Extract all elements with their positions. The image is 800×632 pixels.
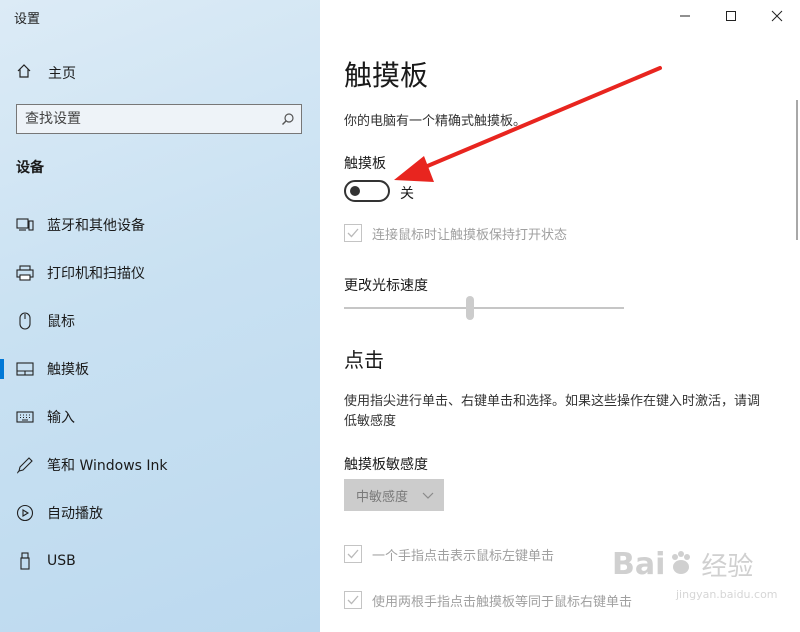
touchpad-toggle-label: 触摸板: [344, 156, 386, 172]
usb-icon: [16, 552, 34, 570]
maximize-button[interactable]: [708, 0, 754, 32]
sidebar-item-label: 蓝牙和其他设备: [47, 218, 145, 234]
sidebar-item-label: 鼠标: [47, 314, 75, 330]
bluetooth-devices-icon: [16, 216, 34, 234]
home-label: 主页: [48, 66, 76, 82]
sidebar-item-label: 自动播放: [47, 506, 103, 522]
section-title: 设备: [16, 160, 44, 176]
sidebar-item-label: 触摸板: [47, 362, 89, 378]
sidebar-item-mouse[interactable]: 鼠标: [0, 301, 320, 341]
watermark-brand: Bai: [612, 547, 666, 582]
sensitivity-dropdown[interactable]: 中敏感度: [344, 479, 444, 511]
sidebar-item-typing[interactable]: 输入: [0, 397, 320, 437]
sidebar-item-pen[interactable]: 笔和 Windows Ink: [0, 445, 320, 485]
checkmark-icon: [347, 549, 359, 559]
chevron-down-icon: [422, 489, 434, 505]
pen-icon: [16, 456, 34, 474]
baidu-watermark: Bai 经验 jingyan.baidu.com: [612, 546, 778, 601]
sidebar-item-label: USB: [47, 553, 76, 569]
toggle-knob: [350, 186, 360, 196]
checkbox-box[interactable]: [344, 224, 362, 242]
paw-logo-icon: [667, 549, 695, 581]
slider-thumb[interactable]: [466, 296, 474, 320]
one-finger-tap-checkbox[interactable]: 一个手指点击表示鼠标左键单击: [344, 543, 554, 565]
checkbox-label: 连接鼠标时让触摸板保持打开状态: [372, 227, 568, 243]
touchpad-toggle[interactable]: [344, 180, 390, 202]
settings-sidebar: 设置 主页 设备 蓝牙和其他设备 打印机和扫描仪 鼠标 触摸板: [0, 0, 320, 632]
home-nav-item[interactable]: 主页: [16, 62, 76, 84]
search-input[interactable]: [17, 111, 275, 127]
taps-description: 使用指尖进行单击、右键单击和选择。如果这些操作在键入时激活，请调低敏感度: [344, 394, 761, 429]
two-finger-tap-checkbox[interactable]: 使用两根手指点击触摸板等同于鼠标右键单击: [344, 589, 632, 611]
sidebar-item-autoplay[interactable]: 自动播放: [0, 493, 320, 533]
minimize-icon: [680, 15, 690, 17]
checkbox-box[interactable]: [344, 591, 362, 609]
sidebar-item-label: 打印机和扫描仪: [47, 266, 145, 282]
sidebar-item-label: 输入: [47, 410, 75, 426]
sidebar-item-label: 笔和 Windows Ink: [47, 458, 168, 474]
keep-on-with-mouse-checkbox[interactable]: 连接鼠标时让触摸板保持打开状态: [344, 222, 567, 244]
minimize-button[interactable]: [662, 0, 708, 32]
cursor-speed-slider[interactable]: [344, 296, 624, 320]
slider-track: [344, 307, 624, 309]
toggle-state-label: 关: [400, 186, 414, 202]
sidebar-item-bluetooth[interactable]: 蓝牙和其他设备: [0, 205, 320, 245]
sidebar-item-usb[interactable]: USB: [0, 541, 320, 581]
sensitivity-label: 触摸板敏感度: [344, 457, 428, 473]
touchpad-description: 你的电脑有一个精确式触摸板。: [344, 114, 527, 129]
checkbox-label: 一个手指点击表示鼠标左键单击: [372, 548, 555, 564]
checkbox-box[interactable]: [344, 545, 362, 563]
close-icon: [771, 10, 783, 22]
page-title: 触摸板: [344, 59, 429, 92]
checkmark-icon: [347, 595, 359, 605]
sidebar-item-printers[interactable]: 打印机和扫描仪: [0, 253, 320, 293]
watermark-brand-cn: 经验: [701, 552, 754, 582]
sensitivity-value: 中敏感度: [356, 489, 409, 505]
scrollbar[interactable]: [796, 100, 798, 240]
autoplay-icon: [16, 504, 34, 522]
watermark-url: jingyan.baidu.com: [676, 588, 778, 601]
checkmark-icon: [347, 228, 359, 238]
close-button[interactable]: [754, 0, 800, 32]
cursor-speed-label: 更改光标速度: [344, 278, 428, 294]
search-icon[interactable]: [275, 112, 301, 126]
keyboard-icon: [16, 408, 34, 426]
settings-content: 触摸板 你的电脑有一个精确式触摸板。 触摸板 关 连接鼠标时让触摸板保持打开状态…: [320, 0, 800, 632]
maximize-icon: [726, 11, 736, 21]
sidebar-item-touchpad[interactable]: 触摸板: [0, 349, 320, 389]
checkbox-label: 使用两根手指点击触摸板等同于鼠标右键单击: [372, 594, 633, 610]
home-icon: [16, 63, 32, 83]
taps-heading: 点击: [344, 348, 384, 372]
window-title: 设置: [14, 12, 41, 27]
mouse-icon: [16, 312, 34, 330]
printer-icon: [16, 264, 34, 282]
search-box[interactable]: [16, 104, 302, 134]
touchpad-icon: [16, 360, 34, 378]
